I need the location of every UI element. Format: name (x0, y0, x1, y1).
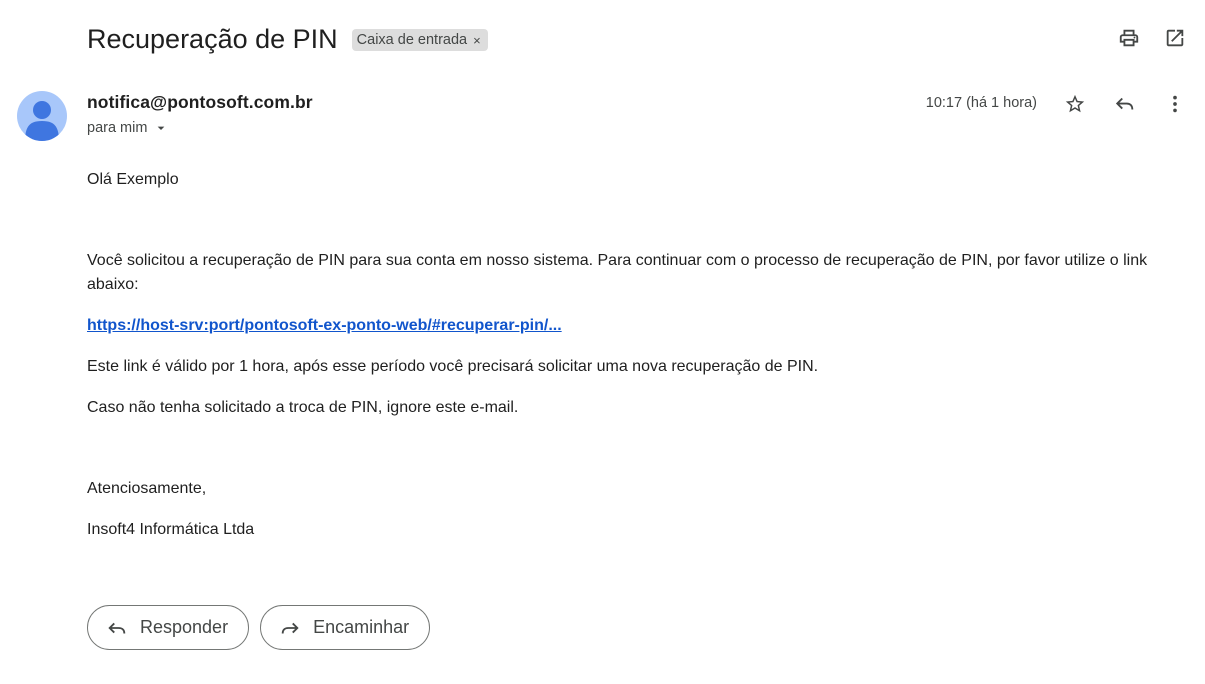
reply-icon[interactable] (1113, 92, 1137, 116)
recipient-label: para mim (87, 120, 148, 136)
person-icon (25, 101, 59, 141)
reply-footer: Responder Encaminhar (87, 605, 431, 650)
remove-label-icon[interactable]: × (473, 33, 481, 48)
recovery-link-paragraph: https://host-srv:port/pontosoft-ex-ponto… (87, 314, 1182, 338)
signature: Insoft4 Informática Ltda (87, 521, 255, 538)
inbox-label-chip[interactable]: Caixa de entrada × (351, 29, 488, 51)
intro-paragraph: Você solicitou a recuperação de PIN para… (87, 252, 1148, 293)
message-actions (1063, 92, 1187, 116)
forward-button-label: Encaminhar (313, 617, 410, 637)
email-subject: Recuperação de PIN (87, 24, 338, 54)
sender-address[interactable]: notifica@pontosoft.com.br (87, 92, 313, 113)
reply-button[interactable]: Responder (87, 605, 250, 650)
email-view: Recuperação de PIN Caixa de entrada × no… (0, 0, 1205, 684)
forward-icon (281, 622, 299, 634)
recovery-link[interactable]: https://host-srv:port/pontosoft-ex-ponto… (87, 317, 562, 334)
open-in-new-window-icon[interactable] (1163, 26, 1187, 50)
subject-row: Recuperação de PIN Caixa de entrada × (87, 20, 488, 58)
validity-paragraph: Este link é válido por 1 hora, após esse… (87, 358, 819, 375)
print-icon[interactable] (1117, 26, 1141, 50)
star-icon[interactable] (1063, 92, 1087, 116)
reply-button-label: Responder (140, 617, 229, 637)
sender-avatar[interactable] (17, 91, 67, 141)
closing-regards: Atenciosamente, (87, 480, 207, 497)
forward-button[interactable]: Encaminhar (260, 605, 431, 650)
greeting: Olá Exemplo (87, 171, 179, 188)
more-vert-icon[interactable] (1163, 92, 1187, 116)
message-body: Olá Exemplo Você solicitou a recuperação… (87, 168, 1182, 542)
message-timestamp: 10:17 (há 1 hora) (925, 95, 1037, 111)
recipient-details[interactable]: para mim (87, 120, 169, 136)
reply-icon (108, 622, 126, 634)
thread-actions (1117, 26, 1187, 50)
caret-down-icon (158, 126, 165, 130)
inbox-label-text: Caixa de entrada (356, 32, 468, 48)
ignore-paragraph: Caso não tenha solicitado a troca de PIN… (87, 399, 519, 416)
